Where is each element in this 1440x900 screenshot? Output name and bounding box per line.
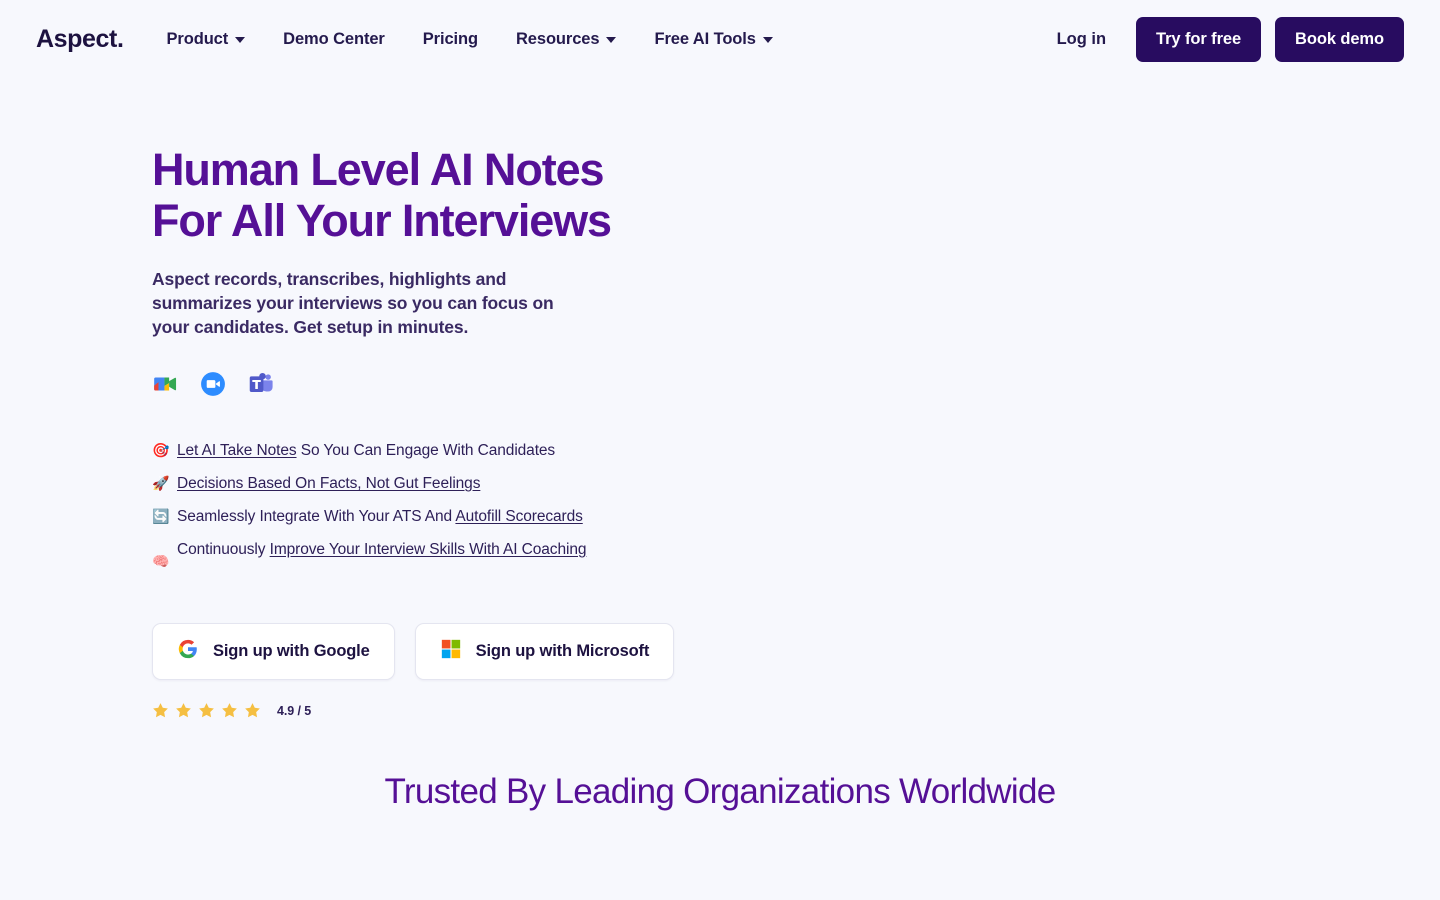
rocket-emoji-icon: 🚀 bbox=[152, 475, 170, 491]
star-rating bbox=[152, 702, 261, 719]
book-demo-button[interactable]: Book demo bbox=[1275, 16, 1404, 62]
google-meet-icon bbox=[152, 371, 178, 397]
trusted-section: Trusted By Leading Organizations Worldwi… bbox=[0, 772, 1440, 812]
nav-item-label: Free AI Tools bbox=[654, 29, 756, 48]
chevron-down-icon bbox=[235, 37, 246, 43]
page-title: Human Level AI Notes For All Your Interv… bbox=[152, 144, 612, 246]
hero-subtitle: Aspect records, transcribes, highlights … bbox=[152, 269, 554, 337]
try-for-free-button[interactable]: Try for free bbox=[1136, 16, 1262, 62]
feature-link-let-ai-take-notes[interactable]: Let AI Take Notes bbox=[177, 442, 297, 459]
feature-item-decisions: 🚀 Decisions Based On Facts, Not Gut Feel… bbox=[152, 472, 672, 495]
chevron-down-icon bbox=[606, 37, 617, 43]
nav-item-resources[interactable]: Resources bbox=[497, 30, 635, 49]
hero-section: Human Level AI Notes For All Your Interv… bbox=[0, 78, 1440, 719]
site-header: Aspect. Product Demo Center Pricing Reso… bbox=[0, 0, 1440, 78]
target-emoji-icon: 🎯 bbox=[152, 442, 170, 458]
nav-item-label: Product bbox=[166, 29, 229, 48]
chevron-down-icon bbox=[762, 37, 773, 43]
trusted-heading: Trusted By Leading Organizations Worldwi… bbox=[384, 772, 1057, 811]
nav-item-product[interactable]: Product bbox=[167, 30, 265, 49]
feature-text: Let AI Take Notes So You Can Engage With… bbox=[177, 439, 672, 462]
feature-plain-text: Seamlessly Integrate With Your ATS And bbox=[177, 508, 456, 525]
nav-item-demo-center[interactable]: Demo Center bbox=[264, 30, 404, 49]
login-link[interactable]: Log in bbox=[1041, 30, 1122, 49]
nav-item-pricing[interactable]: Pricing bbox=[404, 30, 497, 49]
sign-up-with-google-button[interactable]: Sign up with Google bbox=[152, 623, 395, 680]
signup-buttons: Sign up with Google Sign up with Microso… bbox=[152, 623, 1440, 680]
feature-link-improve-interview-skills[interactable]: Improve Your Interview Skills With AI Co… bbox=[270, 541, 587, 558]
header-actions: Log in Try for free Book demo bbox=[1041, 16, 1404, 62]
main-content: Human Level AI Notes For All Your Interv… bbox=[0, 78, 1440, 812]
star-icon bbox=[221, 702, 238, 719]
microsoft-teams-icon bbox=[248, 371, 274, 397]
brain-emoji-icon: 🧠 bbox=[152, 553, 170, 569]
nav-item-label: Resources bbox=[515, 29, 600, 48]
zoom-icon bbox=[200, 371, 226, 397]
platform-icons bbox=[152, 371, 1440, 397]
feature-link-autofill-scorecards[interactable]: Autofill Scorecards bbox=[455, 508, 582, 525]
feature-item-ai-coaching: 🧠 Continuously Improve Your Interview Sk… bbox=[152, 538, 672, 584]
star-icon bbox=[244, 702, 261, 719]
feature-plain-text: So You Can Engage With Candidates bbox=[296, 442, 556, 459]
sign-up-with-microsoft-button[interactable]: Sign up with Microsoft bbox=[414, 623, 675, 680]
star-icon bbox=[198, 702, 215, 719]
feature-text: Seamlessly Integrate With Your ATS And A… bbox=[177, 505, 672, 528]
nav-item-free-ai-tools[interactable]: Free AI Tools bbox=[635, 30, 791, 49]
star-icon bbox=[152, 702, 169, 719]
arrows-counterclockwise-emoji-icon: 🔄 bbox=[152, 508, 170, 524]
rating-value: 4.9 / 5 bbox=[277, 703, 312, 718]
google-logo-icon bbox=[177, 638, 199, 665]
feature-list: 🎯 Let AI Take Notes So You Can Engage Wi… bbox=[152, 439, 672, 584]
star-icon bbox=[175, 702, 192, 719]
sign-up-with-google-label: Sign up with Google bbox=[213, 642, 370, 660]
nav-item-label: Pricing bbox=[422, 29, 478, 48]
brand-logo[interactable]: Aspect. bbox=[36, 25, 124, 54]
rating-row: 4.9 / 5 bbox=[152, 702, 1440, 719]
feature-item-ats-integration: 🔄 Seamlessly Integrate With Your ATS And… bbox=[152, 505, 672, 528]
feature-text: Continuously Improve Your Interview Skil… bbox=[177, 538, 672, 561]
feature-item-ai-notes: 🎯 Let AI Take Notes So You Can Engage Wi… bbox=[152, 439, 672, 462]
nav-item-label: Demo Center bbox=[283, 29, 385, 48]
sign-up-with-microsoft-label: Sign up with Microsoft bbox=[475, 642, 650, 660]
feature-text: Decisions Based On Facts, Not Gut Feelin… bbox=[177, 472, 672, 495]
feature-link-decisions-based-on-facts[interactable]: Decisions Based On Facts, Not Gut Feelin… bbox=[177, 475, 480, 492]
microsoft-logo-icon bbox=[440, 638, 462, 665]
main-navigation: Product Demo Center Pricing Resources Fr… bbox=[167, 30, 792, 49]
feature-plain-text: Continuously bbox=[177, 541, 270, 558]
